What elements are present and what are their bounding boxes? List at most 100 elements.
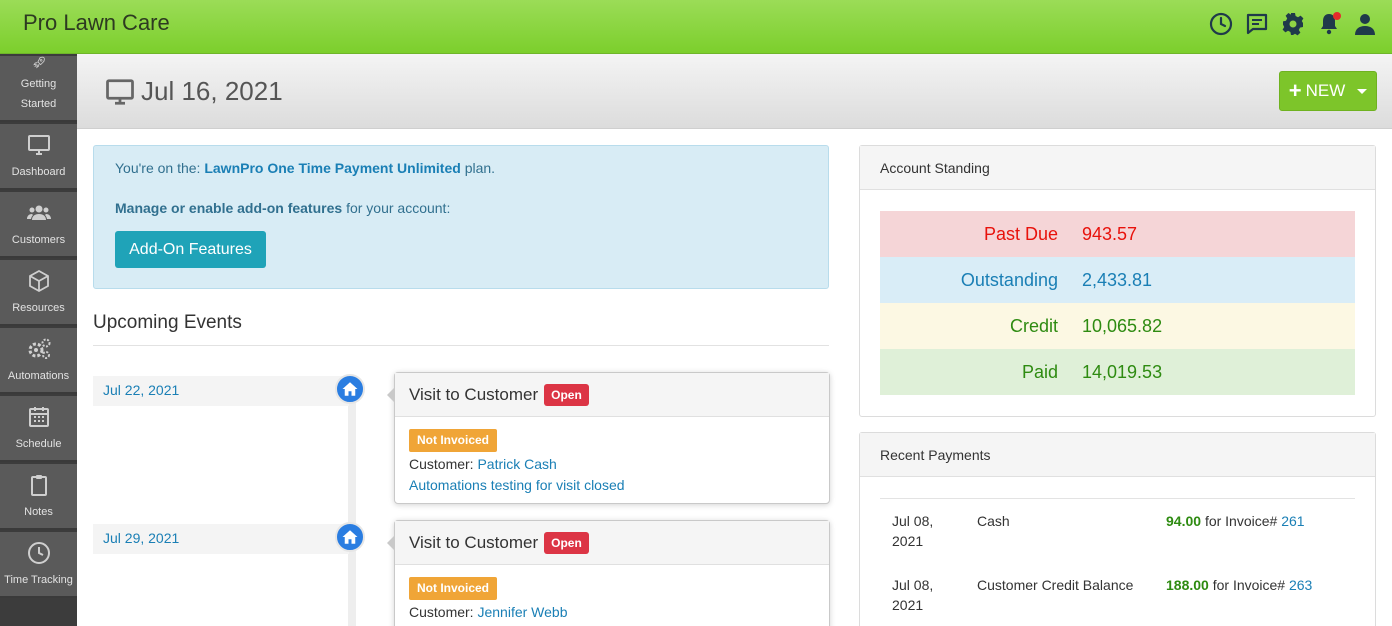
divider — [93, 345, 829, 346]
standing-row-outstanding: Outstanding 2,433.81 — [880, 257, 1355, 303]
customer-label: Customer: — [409, 456, 474, 472]
amount-value: 94.00 — [1166, 513, 1202, 529]
cogs-icon — [28, 338, 50, 359]
standing-label: Past Due — [983, 223, 1058, 244]
sidebar-item-dashboard[interactable]: Dashboard — [0, 124, 77, 190]
payment-row: Jul 08, 2021 Cash 94.00 for Invoice# 261 — [880, 498, 1355, 563]
standing-value: 2,433.81 — [1082, 269, 1153, 290]
sidebar-item-automations[interactable]: Automations — [0, 328, 77, 394]
plan-name: LawnPro One Time Payment Unlimited — [204, 160, 461, 176]
customer-link[interactable]: Patrick Cash — [477, 456, 556, 472]
sidebar-item-notes[interactable]: Notes — [0, 464, 77, 530]
sidebar-item-label: Getting — [20, 78, 57, 90]
invoice-status-badge: Not Invoiced — [409, 577, 498, 600]
sidebar-item-getting-started[interactable]: Getting Started — [0, 56, 77, 122]
event-date[interactable]: Jul 29, 2021 — [93, 524, 349, 554]
payment-row: Jul 08, 2021 Customer Credit Balance 188.… — [880, 563, 1355, 626]
event-title[interactable]: Visit to Customer — [409, 385, 538, 405]
for-invoice-label: for Invoice# — [1212, 577, 1286, 593]
for-invoice-label: for Invoice# — [1204, 513, 1278, 529]
plan-suffix: plan. — [464, 160, 496, 176]
recent-payments-panel: Recent Payments Jul 08, 2021 Cash 94.00 f… — [859, 432, 1376, 626]
event-note-link[interactable]: Automations testing for visit closed — [409, 477, 625, 493]
new-button[interactable]: + NEW — [1279, 71, 1377, 111]
event-date[interactable]: Jul 22, 2021 — [93, 376, 349, 406]
new-button-label: NEW — [1305, 81, 1346, 100]
standing-label: Outstanding — [960, 269, 1058, 290]
users-icon — [26, 205, 51, 220]
standing-row-paid: Paid 14,019.53 — [880, 349, 1355, 395]
standing-row-past-due: Past Due 943.57 — [880, 211, 1355, 257]
gear-icon[interactable] — [1280, 10, 1306, 38]
sidebar-item-label: Notes — [24, 506, 53, 518]
sidebar-item-label: Schedule — [15, 438, 62, 450]
page-date: Jul 16, 2021 — [141, 76, 283, 106]
app-title[interactable]: Pro Lawn Care — [23, 10, 170, 36]
sidebar-item-label: Customers — [11, 234, 66, 246]
sidebar-item-label: Time Tracking — [4, 574, 73, 586]
home-icon — [335, 522, 365, 552]
top-icons — [1208, 10, 1378, 38]
amount-value: 188.00 — [1166, 577, 1209, 593]
home-icon — [335, 374, 365, 404]
standing-row-credit: Credit 10,065.82 — [880, 303, 1355, 349]
clipboard-icon — [30, 475, 47, 496]
chat-icon[interactable] — [1244, 10, 1270, 38]
panel-title: Recent Payments — [860, 433, 1375, 477]
sidebar-item-label: Automations — [7, 370, 70, 382]
payment-amount: 94.00 for Invoice# 261 — [1166, 511, 1305, 531]
rocket-icon — [32, 56, 45, 69]
monitor-icon — [106, 78, 134, 105]
event-card[interactable]: Visit to Customer Open Not Invoiced Cust… — [387, 372, 830, 504]
notification-dot — [1333, 12, 1341, 20]
user-icon[interactable] — [1352, 10, 1378, 38]
sidebar-item-label: Resources — [12, 302, 65, 314]
customer-label: Customer: — [409, 604, 474, 620]
sidebar: Getting Started Dashboard Customers Resou… — [0, 54, 77, 626]
add-on-features-button[interactable]: Add-On Features — [115, 231, 266, 268]
standing-value: 943.57 — [1082, 223, 1138, 244]
sidebar-item-resources[interactable]: Resources — [0, 260, 77, 326]
account-standing-panel: Account Standing Past Due 943.57 Outstan… — [859, 145, 1376, 417]
clock-icon — [27, 542, 50, 564]
standing-value: 14,019.53 — [1082, 361, 1163, 382]
sidebar-item-label: Started — [20, 98, 57, 110]
cube-icon — [28, 269, 49, 293]
sidebar-item-time-tracking[interactable]: Time Tracking — [0, 532, 77, 598]
clock-icon[interactable] — [1208, 10, 1234, 38]
event-card[interactable]: Visit to Customer Open Not Invoiced Cust… — [387, 520, 830, 626]
payment-date: Jul 08, 2021 — [892, 577, 934, 613]
sidebar-item-label: Dashboard — [11, 166, 66, 178]
plan-alert: You're on the: LawnPro One Time Payment … — [93, 145, 829, 289]
monitor-icon — [27, 135, 50, 155]
upcoming-events-title: Upcoming Events — [93, 312, 242, 333]
manage-text-bold: Manage or enable add-on features — [115, 200, 343, 216]
standing-label: Paid — [1021, 361, 1058, 382]
plan-prefix: You're on the: — [115, 160, 201, 176]
event-title[interactable]: Visit to Customer — [409, 533, 538, 553]
status-badge: Open — [544, 531, 589, 554]
chevron-down-icon — [1357, 88, 1368, 94]
invoice-link[interactable]: 261 — [1281, 513, 1304, 529]
standing-value: 10,065.82 — [1082, 315, 1163, 336]
page-header: Jul 16, 2021 + NEW — [77, 54, 1392, 129]
invoice-status-badge: Not Invoiced — [409, 429, 498, 452]
timeline-line — [348, 390, 356, 626]
invoice-link[interactable]: 263 — [1289, 577, 1312, 593]
panel-title: Account Standing — [860, 146, 1375, 190]
payment-amount: 188.00 for Invoice# 263 — [1166, 575, 1312, 595]
plus-icon: + — [1288, 78, 1302, 103]
standing-label: Credit — [1009, 315, 1058, 336]
page-title: Jul 16, 2021 — [105, 76, 283, 107]
sidebar-item-customers[interactable]: Customers — [0, 192, 77, 258]
calendar-icon — [28, 407, 49, 427]
top-bar: Pro Lawn Care — [0, 0, 1392, 54]
bell-icon[interactable] — [1316, 10, 1342, 38]
status-badge: Open — [544, 383, 589, 406]
payment-method: Cash — [977, 513, 1010, 529]
payment-date: Jul 08, 2021 — [892, 513, 934, 549]
customer-link[interactable]: Jennifer Webb — [477, 604, 567, 620]
sidebar-item-schedule[interactable]: Schedule — [0, 396, 77, 462]
payment-method: Customer Credit Balance — [977, 577, 1134, 593]
manage-text: for your account: — [346, 200, 451, 216]
